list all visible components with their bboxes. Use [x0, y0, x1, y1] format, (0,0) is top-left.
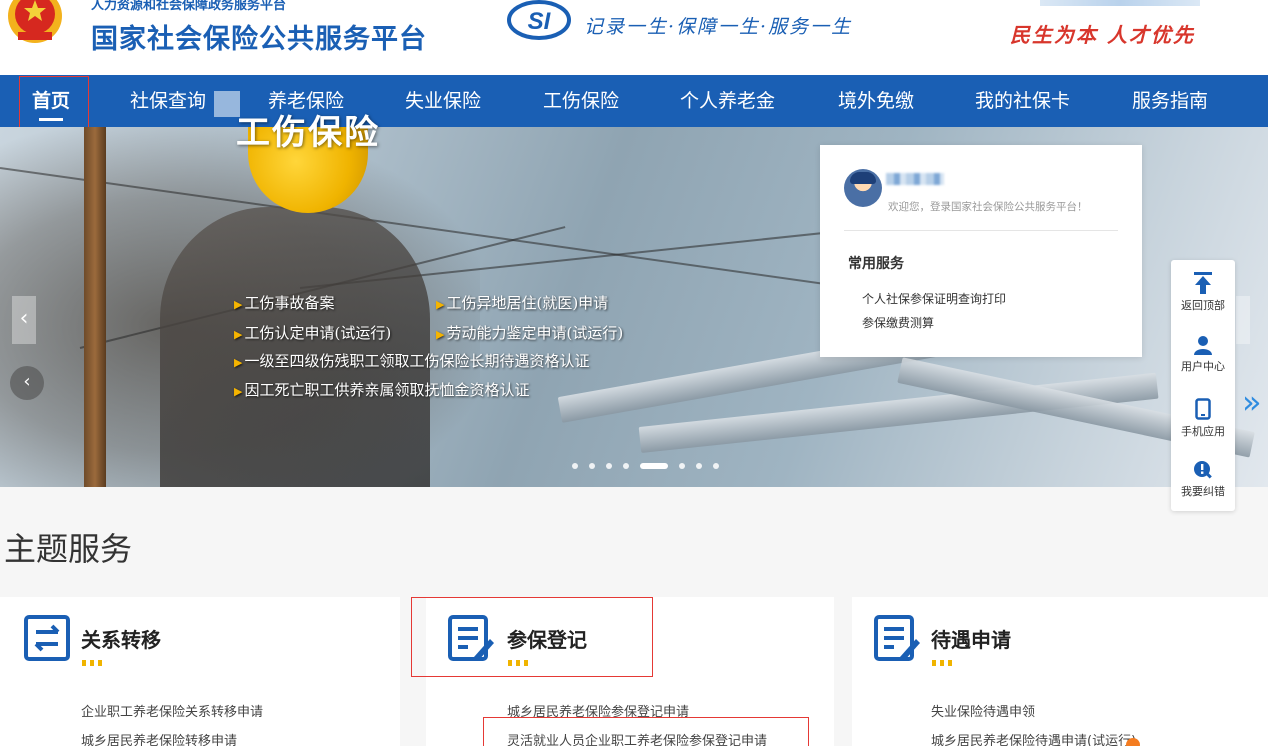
common-services-title: 常用服务 [848, 256, 904, 272]
service-link[interactable]: 城乡居民养老保险转移申请 [81, 730, 237, 746]
mobile-app-button[interactable]: 手机应用 [1171, 398, 1235, 439]
divider [844, 230, 1118, 231]
back-to-top-icon [1194, 272, 1212, 294]
carousel-dot[interactable] [572, 462, 578, 469]
sidebar-label: 我要纠错 [1181, 485, 1225, 498]
banner-title: 工伤保险 [236, 113, 380, 153]
report-error-button[interactable]: 我要纠错 [1171, 460, 1235, 499]
carousel-dot[interactable] [679, 462, 685, 469]
user-icon [1194, 336, 1212, 355]
main-nav: 首页 社保查询 养老保险 失业保险 工伤保险 个人养老金 境外免缴 我的社保卡 … [0, 75, 1268, 127]
carousel-dot[interactable] [640, 462, 668, 469]
carousel-prev-arrow-icon[interactable]: ‹ [12, 296, 36, 344]
banner-item[interactable]: ▶ 工伤异地居住(就医)申请 [436, 292, 608, 313]
service-card-register: 参保登记 城乡居民养老保险参保登记申请 灵活就业人员企业职工养老保险参保登记申请 [426, 597, 834, 746]
service-link[interactable]: 城乡居民养老保险参保登记申请 [507, 701, 689, 720]
service-card-benefit: 待遇申请 失业保险待遇申领 城乡居民养老保险待遇申请(试运行) [852, 597, 1268, 746]
carousel-dot[interactable] [623, 462, 629, 469]
site-title[interactable]: 国家社会保险公共服务平台 [91, 17, 427, 56]
mobile-icon [1195, 398, 1211, 420]
nav-item-unemployment[interactable]: 失业保险 [405, 75, 481, 127]
common-service-link[interactable]: 参保缴费测算 [862, 314, 934, 331]
slogan: 记录一生·保障一生·服务一生 [584, 16, 853, 38]
floating-toolbar: 返回顶部 用户中心 手机应用 我要纠错 [1171, 260, 1235, 511]
si-logo-icon: SI [507, 0, 571, 40]
carousel-dot[interactable] [713, 462, 719, 469]
service-link[interactable]: 企业职工养老保险关系转移申请 [81, 701, 263, 720]
national-emblem-icon [8, 0, 62, 43]
sidebar-label: 返回顶部 [1181, 299, 1225, 312]
back-to-top-button[interactable]: 返回顶部 [1171, 272, 1235, 313]
service-card-title[interactable]: 待遇申请 [931, 624, 1011, 653]
header-decoration [1040, 0, 1200, 6]
carousel-indicators [572, 455, 730, 469]
triangle-bullet-icon: ▶ [234, 328, 243, 341]
svg-text:SI: SI [528, 8, 552, 35]
double-chevron-right-icon[interactable]: » [1242, 386, 1262, 418]
org-name: 人力资源和社会保障政务服务平台 [91, 0, 287, 13]
section-title: 主题服务 [4, 530, 133, 568]
banner-item[interactable]: ▶ 劳动能力鉴定申请(试运行) [436, 322, 623, 343]
carousel-prev-button[interactable]: ‹ [10, 366, 44, 400]
common-service-link[interactable]: 个人社保参保证明查询打印 [862, 290, 1006, 307]
nav-item-injury[interactable]: 工伤保险 [543, 75, 619, 127]
banner-item[interactable]: ▶ 工伤认定申请(试运行) [234, 322, 391, 343]
nav-item-personal-pension[interactable]: 个人养老金 [680, 75, 775, 127]
carousel-dot[interactable] [696, 462, 702, 469]
utility-pole [84, 127, 106, 487]
triangle-bullet-icon: ▶ [436, 298, 445, 311]
user-name-masked [886, 173, 944, 185]
user-panel: 欢迎您，登录国家社会保险公共服务平台！ 常用服务 个人社保参保证明查询打印 参保… [820, 145, 1142, 357]
carousel-dot[interactable] [606, 462, 612, 469]
service-link[interactable]: 灵活就业人员企业职工养老保险参保登记申请 [507, 730, 767, 746]
sidebar-label: 用户中心 [1181, 360, 1225, 373]
service-link[interactable]: 城乡居民养老保险待遇申请(试运行) [931, 730, 1136, 746]
benefit-icon [874, 615, 920, 661]
carousel-dot[interactable] [589, 462, 595, 469]
welcome-text: 欢迎您，登录国家社会保险公共服务平台！ [888, 201, 1088, 213]
title-underline-dots [508, 660, 528, 666]
banner-item[interactable]: ▶ 因工死亡职工供养亲属领取抚恤金资格认证 [234, 379, 529, 400]
avatar[interactable] [844, 169, 882, 207]
motto: 民生为本 人才优先 [1010, 23, 1195, 47]
worker-figure [160, 207, 430, 487]
sidebar-label: 手机应用 [1181, 425, 1225, 438]
site-header: 人力资源和社会保障政务服务平台 国家社会保险公共服务平台 SI 记录一生·保障一… [0, 0, 1268, 75]
triangle-bullet-icon: ▶ [234, 385, 243, 398]
nav-item-guide[interactable]: 服务指南 [1132, 75, 1208, 127]
service-card-transfer: 关系转移 企业职工养老保险关系转移申请 城乡居民养老保险转移申请 [0, 597, 400, 746]
transfer-icon [24, 615, 70, 661]
service-card-title[interactable]: 参保登记 [507, 624, 587, 653]
banner-item[interactable]: ▶ 一级至四级伤残职工领取工伤保险长期待遇资格认证 [234, 350, 589, 371]
nav-item-query[interactable]: 社保查询 [130, 75, 206, 127]
register-icon [448, 615, 494, 661]
nav-item-my-card[interactable]: 我的社保卡 [975, 75, 1070, 127]
title-underline-dots [82, 660, 102, 666]
service-card-title[interactable]: 关系转移 [81, 624, 161, 653]
nav-item-overseas[interactable]: 境外免缴 [838, 75, 914, 127]
triangle-bullet-icon: ▶ [234, 356, 243, 369]
carousel-next-arrow-icon[interactable] [1236, 296, 1250, 344]
triangle-bullet-icon: ▶ [234, 298, 243, 311]
nav-item-home[interactable]: 首页 [32, 75, 70, 127]
user-center-button[interactable]: 用户中心 [1171, 335, 1235, 374]
triangle-bullet-icon: ▶ [436, 328, 445, 341]
error-report-icon [1194, 461, 1212, 479]
service-link[interactable]: 失业保险待遇申领 [931, 701, 1035, 720]
notification-dot [1126, 738, 1140, 746]
banner-item[interactable]: ▶ 工伤事故备案 [234, 292, 334, 313]
title-underline-dots [932, 660, 952, 666]
